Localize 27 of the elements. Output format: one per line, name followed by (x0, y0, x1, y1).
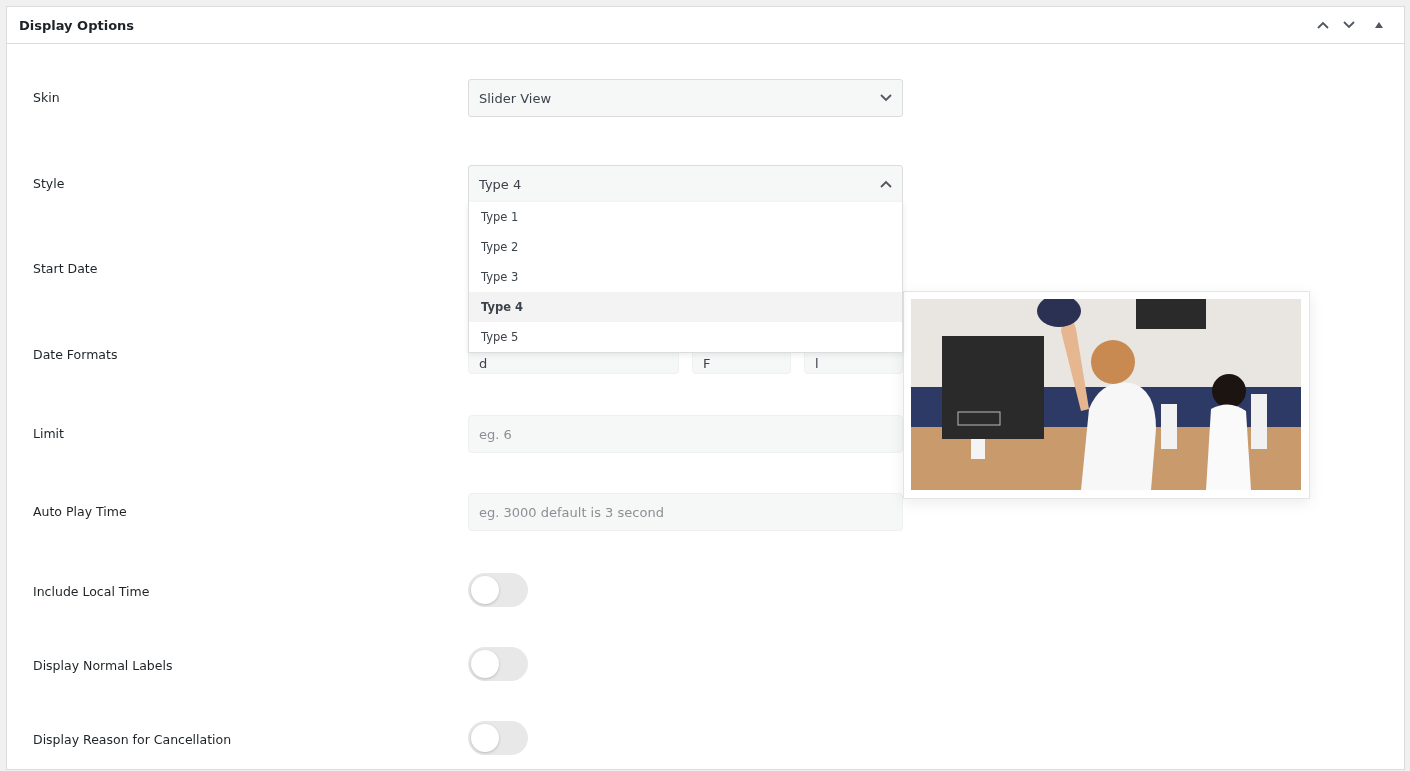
dropdown-option[interactable]: Type 2 (469, 232, 902, 262)
field-label: Include Local Time (33, 583, 151, 601)
dropdown-option[interactable]: Type 3 (469, 262, 902, 292)
caret-icon (880, 94, 892, 102)
select-field[interactable]: Type 4 (468, 165, 903, 203)
field-label: Limit (33, 425, 65, 443)
dropdown-option[interactable]: Type 4 (469, 292, 902, 322)
toggle-switch[interactable] (468, 721, 528, 755)
select-field[interactable]: Slider View (468, 79, 903, 117)
chevron-down-icon (1343, 21, 1355, 29)
dropdown-option[interactable]: Type 5 (469, 322, 902, 352)
field-label: Auto Play Time (33, 503, 128, 521)
field-label: Style (33, 175, 66, 193)
input-field[interactable]: eg. 6 (468, 415, 903, 453)
field-label: Skin (33, 89, 61, 107)
caret-icon (880, 180, 892, 188)
toggle-switch[interactable] (468, 573, 528, 607)
toggle-switch[interactable] (468, 647, 528, 681)
chevron-up-icon (1317, 21, 1329, 29)
field-label: Date Formats (33, 346, 119, 364)
triangle-icon (1375, 22, 1383, 28)
dropdown-option[interactable]: Type 1 (469, 202, 902, 232)
field-label: Start Date (33, 260, 99, 278)
field-label: Display Reason for Cancellation (33, 731, 233, 749)
input-field[interactable]: eg. 3000 default is 3 second (468, 493, 903, 531)
panel-title: Display Options (19, 17, 136, 33)
field-label: Display Normal Labels (33, 657, 174, 675)
